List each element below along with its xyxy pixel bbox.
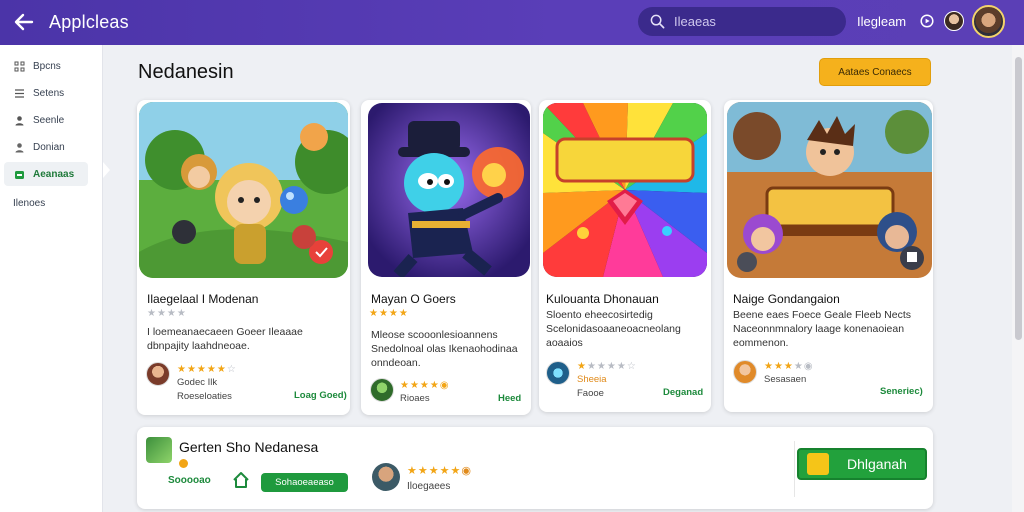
- sidebar-item-setens[interactable]: Setens: [4, 81, 88, 105]
- list-icon: [15, 88, 24, 98]
- user-rating-stars: ★★★★★☆: [177, 364, 237, 375]
- game-artwork: [727, 102, 932, 278]
- user-icon: [15, 142, 24, 152]
- app-icon: [146, 437, 172, 463]
- person-icon: [15, 115, 24, 125]
- developer-name: Sesasaen: [764, 374, 807, 385]
- page-title: Nedanesin: [138, 61, 234, 83]
- search-input[interactable]: [674, 14, 834, 29]
- bolt-icon: [807, 453, 829, 475]
- install-link[interactable]: Heed: [498, 393, 521, 404]
- grid-icon: [14, 61, 25, 71]
- rating-badge: [179, 459, 188, 468]
- install-link[interactable]: Deganad: [663, 387, 703, 398]
- sidebar-item-donian[interactable]: Donian: [4, 135, 88, 159]
- developer-name: Rioaes: [400, 393, 430, 404]
- sidebar: Bpcns Setens Seenle Donian Aeanaas Ileno…: [0, 45, 103, 512]
- developer-avatar: [733, 360, 757, 384]
- user-avatar-small[interactable]: [944, 11, 964, 31]
- app-title[interactable]: Mayan O Goers: [371, 292, 456, 306]
- app-title[interactable]: Kulouanta Dhonauan: [546, 292, 659, 306]
- app-thumbnail[interactable]: [368, 103, 530, 277]
- install-link[interactable]: Seneriec): [880, 386, 923, 397]
- play-circle-icon[interactable]: [920, 14, 934, 28]
- game-artwork: [368, 103, 530, 277]
- reviewer-name: Iloegaees: [407, 481, 451, 492]
- sidebar-item-label: Setens: [33, 87, 65, 99]
- game-artwork: [543, 103, 707, 277]
- header-link[interactable]: Ilegleam: [857, 14, 906, 29]
- app-title: Applcleas: [49, 12, 129, 32]
- app-category: Faooe: [577, 388, 604, 399]
- app-card[interactable]: Ilaegelaal I Modenan ★★★★ I loemeanaecae…: [137, 100, 350, 415]
- sidebar-item-label: Bpcns: [33, 60, 61, 72]
- sidebar-item-label: Aeanaas: [33, 168, 75, 180]
- rating-stars: ★★★★: [369, 308, 409, 319]
- developer-name: Sheeia: [577, 374, 607, 385]
- sidebar-active-pointer: [103, 162, 110, 178]
- app-description: I loemeanaecaeen Goeer Ileaaae dbnpajity…: [147, 326, 303, 352]
- search-icon: [650, 14, 665, 29]
- app-description: Mleose scooonlesioannens Snedolnoal olas…: [371, 329, 518, 369]
- sidebar-item-aeanaas[interactable]: Aeanaas: [4, 162, 88, 186]
- sidebar-item-label: Donian: [33, 141, 65, 153]
- developer-avatar: [146, 362, 170, 386]
- app-thumbnail[interactable]: [543, 103, 707, 277]
- review-stars: ★★★★★◉: [407, 465, 472, 477]
- divider: [794, 441, 795, 497]
- featured-app-row[interactable]: Gerten Sho Nedanesa Sooooao Sohaoeaeaso …: [137, 427, 933, 509]
- featured-meta: Sooooao: [168, 475, 211, 486]
- rating-stars: ★★★★: [147, 308, 187, 319]
- user-avatar[interactable]: [972, 5, 1005, 38]
- user-rating-stars: ★★★★◉: [764, 361, 814, 372]
- app-description: Sloento eheecosirtedig Scelonidasoaaneoa…: [546, 309, 681, 349]
- reviewer-avatar: [372, 463, 400, 491]
- store-icon: [15, 170, 24, 179]
- category-pill[interactable]: Sohaoeaeaso: [261, 473, 348, 492]
- install-link[interactable]: Loag Goed): [294, 390, 347, 401]
- sidebar-item-ilenoes[interactable]: Ilenoes: [13, 198, 45, 209]
- app-category: Roeseloaties: [177, 391, 232, 402]
- developer-avatar: [370, 378, 394, 402]
- search-bar[interactable]: [638, 7, 846, 36]
- sidebar-item-bpcns[interactable]: Bpcns: [4, 54, 88, 78]
- top-cta-button[interactable]: Aataes Conaecs: [819, 58, 931, 86]
- app-thumbnail[interactable]: [139, 102, 348, 278]
- sidebar-item-label: Seenle: [33, 114, 65, 126]
- app-card[interactable]: Kulouanta Dhonauan Sloento eheecosirtedi…: [539, 100, 711, 412]
- app-header: Applcleas Ilegleam: [0, 0, 1024, 45]
- developer-name: Godec Ilk: [177, 377, 218, 388]
- user-rating-stars: ★★★★★☆: [577, 361, 637, 372]
- back-arrow-icon[interactable]: [12, 10, 36, 34]
- app-card[interactable]: Naige Gondangaion Beene eaes Foece Geale…: [724, 100, 933, 412]
- app-title[interactable]: Naige Gondangaion: [733, 292, 840, 306]
- app-thumbnail[interactable]: [727, 102, 932, 278]
- sidebar-item-seenle[interactable]: Seenle: [4, 108, 88, 132]
- scrollbar-thumb[interactable]: [1015, 57, 1022, 340]
- app-card[interactable]: Mayan O Goers ★★★★ Mleose scooonlesioann…: [361, 100, 531, 415]
- home-icon[interactable]: [232, 471, 250, 489]
- app-description: Beene eaes Foece Geale Fleeb Nects Naceo…: [733, 309, 912, 349]
- app-title[interactable]: Ilaegelaal I Modenan: [147, 292, 258, 306]
- featured-app-title[interactable]: Gerten Sho Nedanesa: [179, 439, 318, 455]
- download-button-label: Dhlganah: [847, 456, 907, 472]
- game-artwork: [139, 102, 348, 278]
- user-rating-stars: ★★★★◉: [400, 380, 450, 391]
- developer-avatar: [546, 361, 570, 385]
- download-button[interactable]: Dhlganah: [797, 448, 927, 480]
